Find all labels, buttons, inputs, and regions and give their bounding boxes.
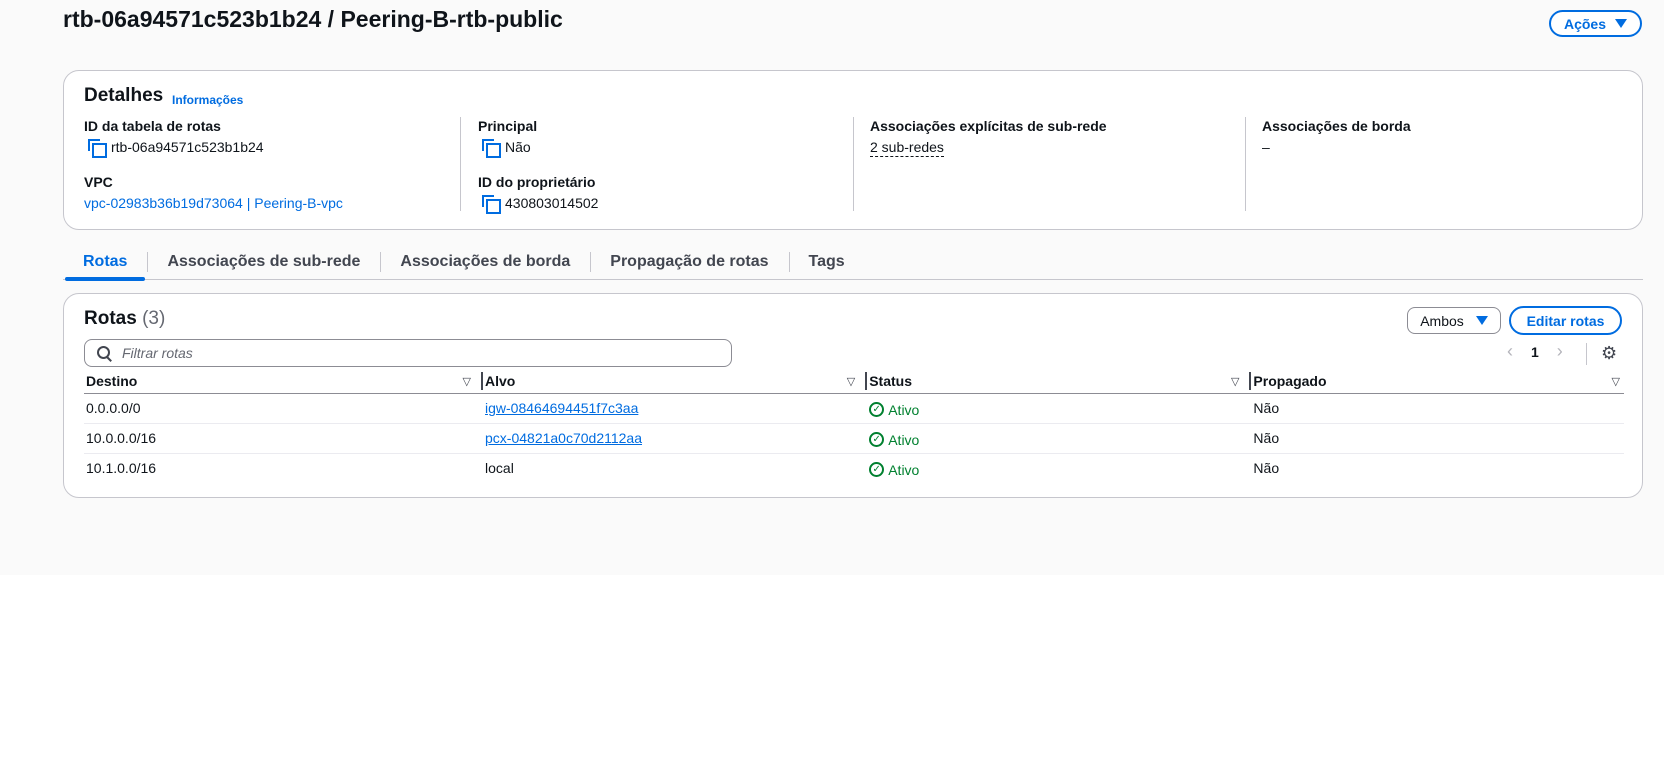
explicit-associations-label: Associações explícitas de sub-rede xyxy=(870,118,1107,134)
destination-cell: 10.1.0.0/16 xyxy=(86,460,157,477)
route-table-id: rtb-06a94571c523b1b24 xyxy=(111,139,264,155)
destination-cell: 0.0.0.0/0 xyxy=(84,393,484,424)
main-label: Principal xyxy=(478,118,538,134)
routes-title: Rotas (3) xyxy=(84,308,165,330)
status-text: Ativo xyxy=(888,461,920,478)
pagination-divider xyxy=(1586,343,1587,365)
info-link[interactable]: Informações xyxy=(172,93,243,107)
actions-dropdown-button[interactable]: Ações xyxy=(1549,10,1642,37)
status-badge: ✓ Ativo xyxy=(869,462,919,478)
app-content: rtb-06a94571c523b1b24 / Peering-B-rtb-pu… xyxy=(0,0,1664,575)
check-circle-icon: ✓ xyxy=(869,432,885,447)
sort-icon[interactable]: ▽ xyxy=(847,375,855,388)
chevron-left-icon[interactable]: ‹ xyxy=(1507,341,1513,362)
target-cell: igw-08464694451f7c3aa xyxy=(483,393,868,424)
routes-panel: Rotas (3) Ambos Editar rotas ‹ 1 › ⚙ Des… xyxy=(63,293,1643,498)
route-table-id-label: ID da tabela de rotas xyxy=(84,118,221,134)
destination-cell: 10.0.0.0/16 xyxy=(84,423,484,454)
copy-icon[interactable] xyxy=(482,195,501,214)
actions-label: Ações xyxy=(1563,15,1607,32)
status-cell: ✓ Ativo xyxy=(867,423,1252,454)
page-title: rtb-06a94571c523b1b24 / Peering-B-rtb-pu… xyxy=(63,6,563,32)
status-cell: ✓ Ativo xyxy=(867,453,1251,483)
explicit-associations-value[interactable]: 2 sub-redes xyxy=(870,138,1245,157)
tab-tags[interactable]: Tags xyxy=(788,244,865,280)
caret-down-icon xyxy=(1475,316,1488,325)
target-cell: local xyxy=(485,460,514,477)
column-header-label: Destino xyxy=(86,373,138,390)
target-cell: pcx-04821a0c70d2112aa xyxy=(483,423,868,454)
routes-table: Destino ▽ Alvo ▽ Status ▽ Propagado ▽ 0.… xyxy=(84,370,1624,483)
table-row: 10.0.0.0/16 pcx-04821a0c70d2112aa ✓ Ativo… xyxy=(84,423,1624,454)
edit-routes-button[interactable]: Editar rotas xyxy=(1509,306,1622,335)
edge-associations-label: Associações de borda xyxy=(1262,118,1411,134)
column-header-target[interactable]: Alvo ▽ xyxy=(483,370,868,394)
details-title: Detalhes xyxy=(84,85,164,106)
gear-icon[interactable]: ⚙ xyxy=(1601,344,1617,362)
route-table-id-value: rtb-06a94571c523b1b24 xyxy=(84,138,456,158)
tab-bar: Rotas Associações de sub-rede Associaçõe… xyxy=(63,244,1643,281)
copy-icon[interactable] xyxy=(482,139,501,158)
status-text: Ativo xyxy=(888,431,920,448)
tab-route-propagation[interactable]: Propagação de rotas xyxy=(590,244,788,280)
table-row: 0.0.0.0/0 igw-08464694451f7c3aa ✓ Ativo N… xyxy=(84,393,1624,424)
tab-subnet-associations[interactable]: Associações de sub-rede xyxy=(147,244,380,280)
explicit-associations-popover[interactable]: 2 sub-redes xyxy=(870,138,944,157)
status-badge: ✓ Ativo xyxy=(869,402,919,418)
sort-icon[interactable]: ▽ xyxy=(1612,375,1620,388)
details-column-1: ID da tabela de rotas rtb-06a94571c523b1… xyxy=(84,117,456,211)
copy-icon[interactable] xyxy=(88,139,107,158)
filter-routes-input[interactable] xyxy=(120,344,680,362)
propagated-cell: Não xyxy=(1251,393,1624,424)
chevron-right-icon[interactable]: › xyxy=(1557,341,1563,362)
column-header-label: Propagado xyxy=(1253,373,1327,390)
route-filter-value: Ambos xyxy=(1420,312,1464,329)
details-panel: Detalhes Informações ID da tabela de rot… xyxy=(63,70,1643,230)
check-circle-icon: ✓ xyxy=(869,402,885,417)
vpc-value[interactable]: vpc-02983b36b19d73064 | Peering-B-vpc xyxy=(84,194,343,212)
owner-label: ID do proprietário xyxy=(478,174,596,190)
status-cell: ✓ Ativo xyxy=(867,393,1252,424)
sort-icon[interactable]: ▽ xyxy=(463,375,471,388)
search-icon xyxy=(97,345,112,361)
caret-down-icon xyxy=(1615,19,1628,28)
owner-text: 430803014502 xyxy=(505,195,599,211)
table-row: 10.1.0.0/16 local ✓ Ativo Não xyxy=(84,453,1624,483)
routes-count: (3) xyxy=(142,308,166,329)
vpc-link[interactable]: vpc-02983b36b19d73064 | Peering-B-vpc xyxy=(84,194,456,212)
page-number[interactable]: 1 xyxy=(1531,344,1539,360)
edge-associations-value: – xyxy=(1262,139,1270,155)
check-circle-icon: ✓ xyxy=(869,462,885,478)
tab-edge-associations[interactable]: Associações de borda xyxy=(380,244,590,280)
target-link[interactable]: pcx-04821a0c70d2112aa xyxy=(485,430,642,446)
sort-icon[interactable]: ▽ xyxy=(1231,375,1239,388)
owner-value: 430803014502 xyxy=(478,194,853,214)
column-header-destination[interactable]: Destino ▽ xyxy=(84,370,484,394)
details-column-3: Associações explícitas de sub-rede 2 sub… xyxy=(853,117,1245,211)
target-link[interactable]: igw-08464694451f7c3aa xyxy=(485,400,638,416)
column-header-status[interactable]: Status ▽ xyxy=(867,370,1252,394)
column-header-label: Status xyxy=(869,373,913,390)
details-column-2: Principal Não ID do proprietário 4308030… xyxy=(460,117,853,214)
filter-routes-search[interactable] xyxy=(84,339,732,367)
vpc-label: VPC xyxy=(84,174,113,190)
pagination: ‹ 1 › xyxy=(1507,341,1563,362)
table-header-row: Destino ▽ Alvo ▽ Status ▽ Propagado ▽ xyxy=(84,370,1624,394)
status-badge: ✓ Ativo xyxy=(869,432,919,448)
propagated-cell: Não xyxy=(1253,460,1280,477)
main-text: Não xyxy=(505,139,531,155)
route-filter-select[interactable]: Ambos xyxy=(1407,307,1501,334)
propagated-cell: Não xyxy=(1251,423,1624,454)
routes-title-text: Rotas xyxy=(84,308,137,329)
details-column-4: Associações de borda – xyxy=(1245,117,1625,211)
column-header-propagated[interactable]: Propagado ▽ xyxy=(1251,370,1624,394)
tab-routes[interactable]: Rotas xyxy=(63,244,147,281)
column-header-label: Alvo xyxy=(485,373,516,390)
main-value: Não xyxy=(478,138,853,158)
status-text: Ativo xyxy=(888,401,920,418)
